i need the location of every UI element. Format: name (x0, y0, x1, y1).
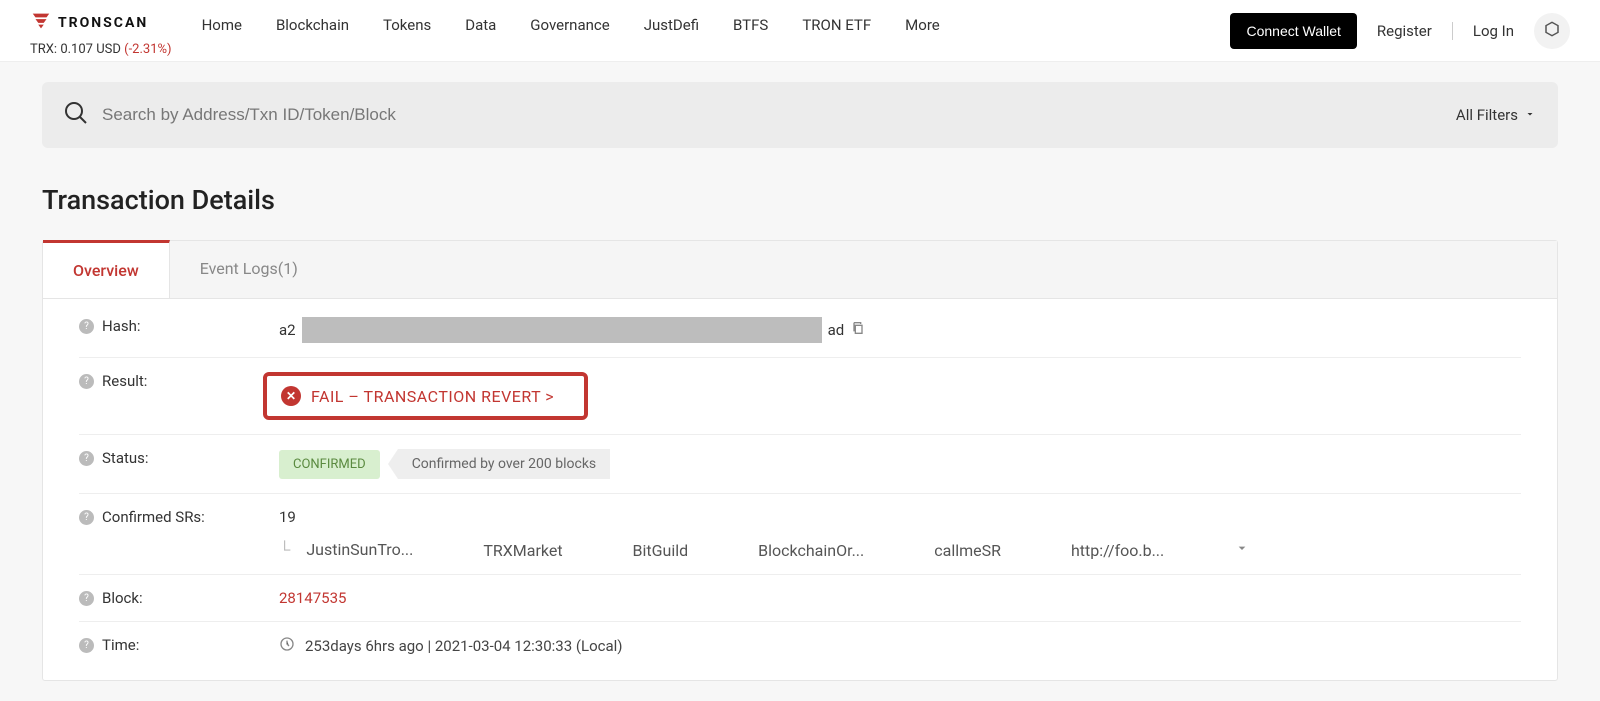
help-icon[interactable]: ? (79, 451, 94, 466)
price-value: 0.107 (60, 42, 93, 57)
search-bar: All Filters (42, 82, 1558, 148)
label-block: Block: (102, 589, 143, 607)
sr-item[interactable]: BlockchainOr... (758, 541, 864, 560)
brand-text: TRONSCAN (58, 15, 148, 31)
hash-suffix: ad (828, 321, 845, 339)
hash-prefix: a2 (279, 321, 296, 339)
content: All Filters Transaction Details Overview… (0, 62, 1600, 701)
nav-tokens[interactable]: Tokens (383, 16, 431, 34)
price-prefix: TRX: (30, 42, 57, 57)
tab-overview[interactable]: Overview (43, 240, 170, 298)
search-input[interactable] (88, 105, 1436, 125)
nav-home[interactable]: Home (202, 16, 242, 34)
nav-justdefi[interactable]: JustDefi (644, 16, 699, 34)
sr-item[interactable]: callmeSR (934, 541, 1001, 560)
row-confirmed-srs: ? Confirmed SRs: 19 └ JustinSunTro... TR… (79, 494, 1521, 575)
help-icon[interactable]: ? (79, 591, 94, 606)
row-block: ? Block: 28147535 (79, 575, 1521, 622)
sr-item[interactable]: TRXMarket (483, 541, 562, 560)
tree-icon: └ (279, 540, 290, 559)
row-status: ? Status: CONFIRMED Confirmed by over 20… (79, 435, 1521, 494)
sr-item[interactable]: JustinSunTro... (306, 540, 413, 559)
hash-redacted (302, 317, 822, 343)
cube-icon (1543, 20, 1561, 42)
login-link[interactable]: Log In (1473, 22, 1514, 40)
main-nav: Home Blockchain Tokens Data Governance J… (202, 10, 940, 34)
row-result: ? Result: ✕ FAIL – TRANSACTION REVERT > (79, 358, 1521, 435)
nav-blockchain[interactable]: Blockchain (276, 16, 349, 34)
block-link[interactable]: 28147535 (279, 589, 346, 607)
expand-srs-button[interactable] (1234, 540, 1250, 560)
copy-icon[interactable] (850, 320, 866, 340)
row-hash: ? Hash: a2 ad (79, 303, 1521, 358)
label-srs: Confirmed SRs: (102, 508, 205, 526)
logo[interactable]: TRONSCAN (30, 10, 172, 36)
sr-list: └ JustinSunTro... TRXMarket BitGuild Blo… (279, 540, 1521, 560)
srs-count: 19 (279, 508, 1521, 526)
divider (1452, 22, 1453, 40)
help-icon[interactable]: ? (79, 638, 94, 653)
logo-block: TRONSCAN TRX: 0.107 USD (-2.31%) (30, 10, 172, 57)
register-link[interactable]: Register (1377, 22, 1432, 40)
sr-item[interactable]: http://foo.b... (1071, 541, 1164, 560)
nav-tron-etf[interactable]: TRON ETF (802, 16, 871, 34)
header: TRONSCAN TRX: 0.107 USD (-2.31%) Home Bl… (0, 0, 1600, 62)
nav-governance[interactable]: Governance (530, 16, 609, 34)
chevron-down-icon (1524, 106, 1536, 124)
fail-icon: ✕ (281, 386, 301, 406)
price-change: (-2.31%) (124, 42, 171, 57)
result-text[interactable]: FAIL – TRANSACTION REVERT > (311, 387, 554, 406)
logo-icon (30, 10, 52, 36)
page-title: Transaction Details (42, 184, 1558, 216)
connect-wallet-button[interactable]: Connect Wallet (1230, 13, 1356, 49)
header-actions: Connect Wallet Register Log In (1230, 10, 1570, 49)
row-time: ? Time: 253days 6hrs ago | 2021-03-04 12… (79, 622, 1521, 670)
time-value: 253days 6hrs ago | 2021-03-04 12:30:33 (… (305, 637, 623, 655)
tab-event-logs[interactable]: Event Logs(1) (170, 241, 328, 298)
label-result: Result: (102, 372, 147, 390)
result-box: ✕ FAIL – TRANSACTION REVERT > (263, 372, 588, 420)
panel-body: ? Hash: a2 ad ? Result: (43, 299, 1557, 680)
nav-more[interactable]: More (905, 16, 940, 34)
sr-item[interactable]: BitGuild (633, 541, 689, 560)
label-status: Status: (102, 449, 149, 467)
price-ticker: TRX: 0.107 USD (-2.31%) (30, 42, 172, 57)
status-note: Confirmed by over 200 blocks (398, 449, 610, 479)
apps-button[interactable] (1534, 13, 1570, 49)
nav-btfs[interactable]: BTFS (733, 16, 768, 34)
status-badge: CONFIRMED (279, 450, 380, 479)
price-currency: USD (96, 42, 121, 57)
help-icon[interactable]: ? (79, 319, 94, 334)
search-icon (64, 101, 88, 129)
help-icon[interactable]: ? (79, 510, 94, 525)
filter-label: All Filters (1456, 106, 1518, 124)
tabs: Overview Event Logs(1) (43, 241, 1557, 299)
nav-data[interactable]: Data (465, 16, 496, 34)
details-panel: Overview Event Logs(1) ? Hash: a2 ad (42, 240, 1558, 681)
filter-button[interactable]: All Filters (1436, 106, 1536, 124)
label-time: Time: (102, 636, 139, 654)
help-icon[interactable]: ? (79, 374, 94, 389)
clock-icon (279, 636, 295, 656)
label-hash: Hash: (102, 317, 141, 335)
